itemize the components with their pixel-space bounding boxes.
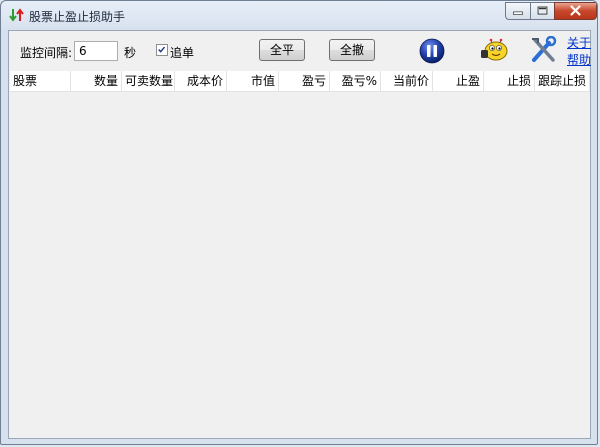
stock-arrows-icon [9, 8, 24, 22]
interval-input[interactable]: 6 [74, 41, 118, 61]
column-header-stop-loss[interactable]: 止损 [484, 71, 535, 91]
column-header-stock[interactable]: 股票 [10, 71, 71, 91]
column-header-cost-price[interactable]: 成本价 [175, 71, 227, 91]
pause-icon[interactable] [419, 38, 445, 64]
close-icon [570, 5, 581, 16]
checkmark-icon [158, 46, 166, 53]
column-header-market-value[interactable]: 市值 [227, 71, 279, 91]
app-window: 股票止盈止损助手 监控间隔: 6 秒 追单 全平 全撤 关于 帮助 股票 数量 … [0, 0, 598, 445]
minimize-button[interactable] [505, 2, 531, 20]
tools-icon[interactable] [529, 36, 559, 64]
about-link[interactable]: 关于 [567, 34, 591, 51]
help-link[interactable]: 帮助 [567, 51, 591, 68]
chase-order-checkbox[interactable] [156, 44, 168, 56]
positions-table-body[interactable] [10, 92, 590, 438]
close-all-button[interactable]: 全平 [259, 39, 305, 61]
chase-order-label: 追单 [170, 46, 195, 60]
column-header-sellable-qty[interactable]: 可卖数量 [122, 71, 175, 91]
title-bar[interactable]: 股票止盈止损助手 [1, 1, 597, 29]
window-title: 股票止盈止损助手 [29, 10, 126, 24]
cancel-all-button[interactable]: 全撤 [329, 39, 375, 61]
column-header-pnl[interactable]: 盈亏 [279, 71, 330, 91]
maximize-icon [537, 6, 548, 15]
mascot-icon[interactable] [479, 36, 509, 64]
column-header-pnl-percent[interactable]: 盈亏% [330, 71, 381, 91]
positions-table-header: 股票 数量 可卖数量 成本价 市值 盈亏 盈亏% 当前价 止盈 止损 跟踪止损 [10, 71, 590, 92]
minimize-icon [513, 11, 523, 15]
interval-label: 监控间隔: [20, 46, 73, 60]
column-header-take-profit[interactable]: 止盈 [433, 71, 484, 91]
main-panel: 监控间隔: 6 秒 追单 全平 全撤 关于 帮助 股票 数量 可卖数量 成本价 … [8, 30, 591, 439]
column-header-current-price[interactable]: 当前价 [381, 71, 433, 91]
maximize-button[interactable] [530, 2, 555, 20]
interval-unit-label: 秒 [124, 46, 137, 60]
column-header-trailing-stop[interactable]: 跟踪止损 [535, 71, 590, 91]
column-header-quantity[interactable]: 数量 [71, 71, 122, 91]
close-button[interactable] [554, 2, 597, 20]
